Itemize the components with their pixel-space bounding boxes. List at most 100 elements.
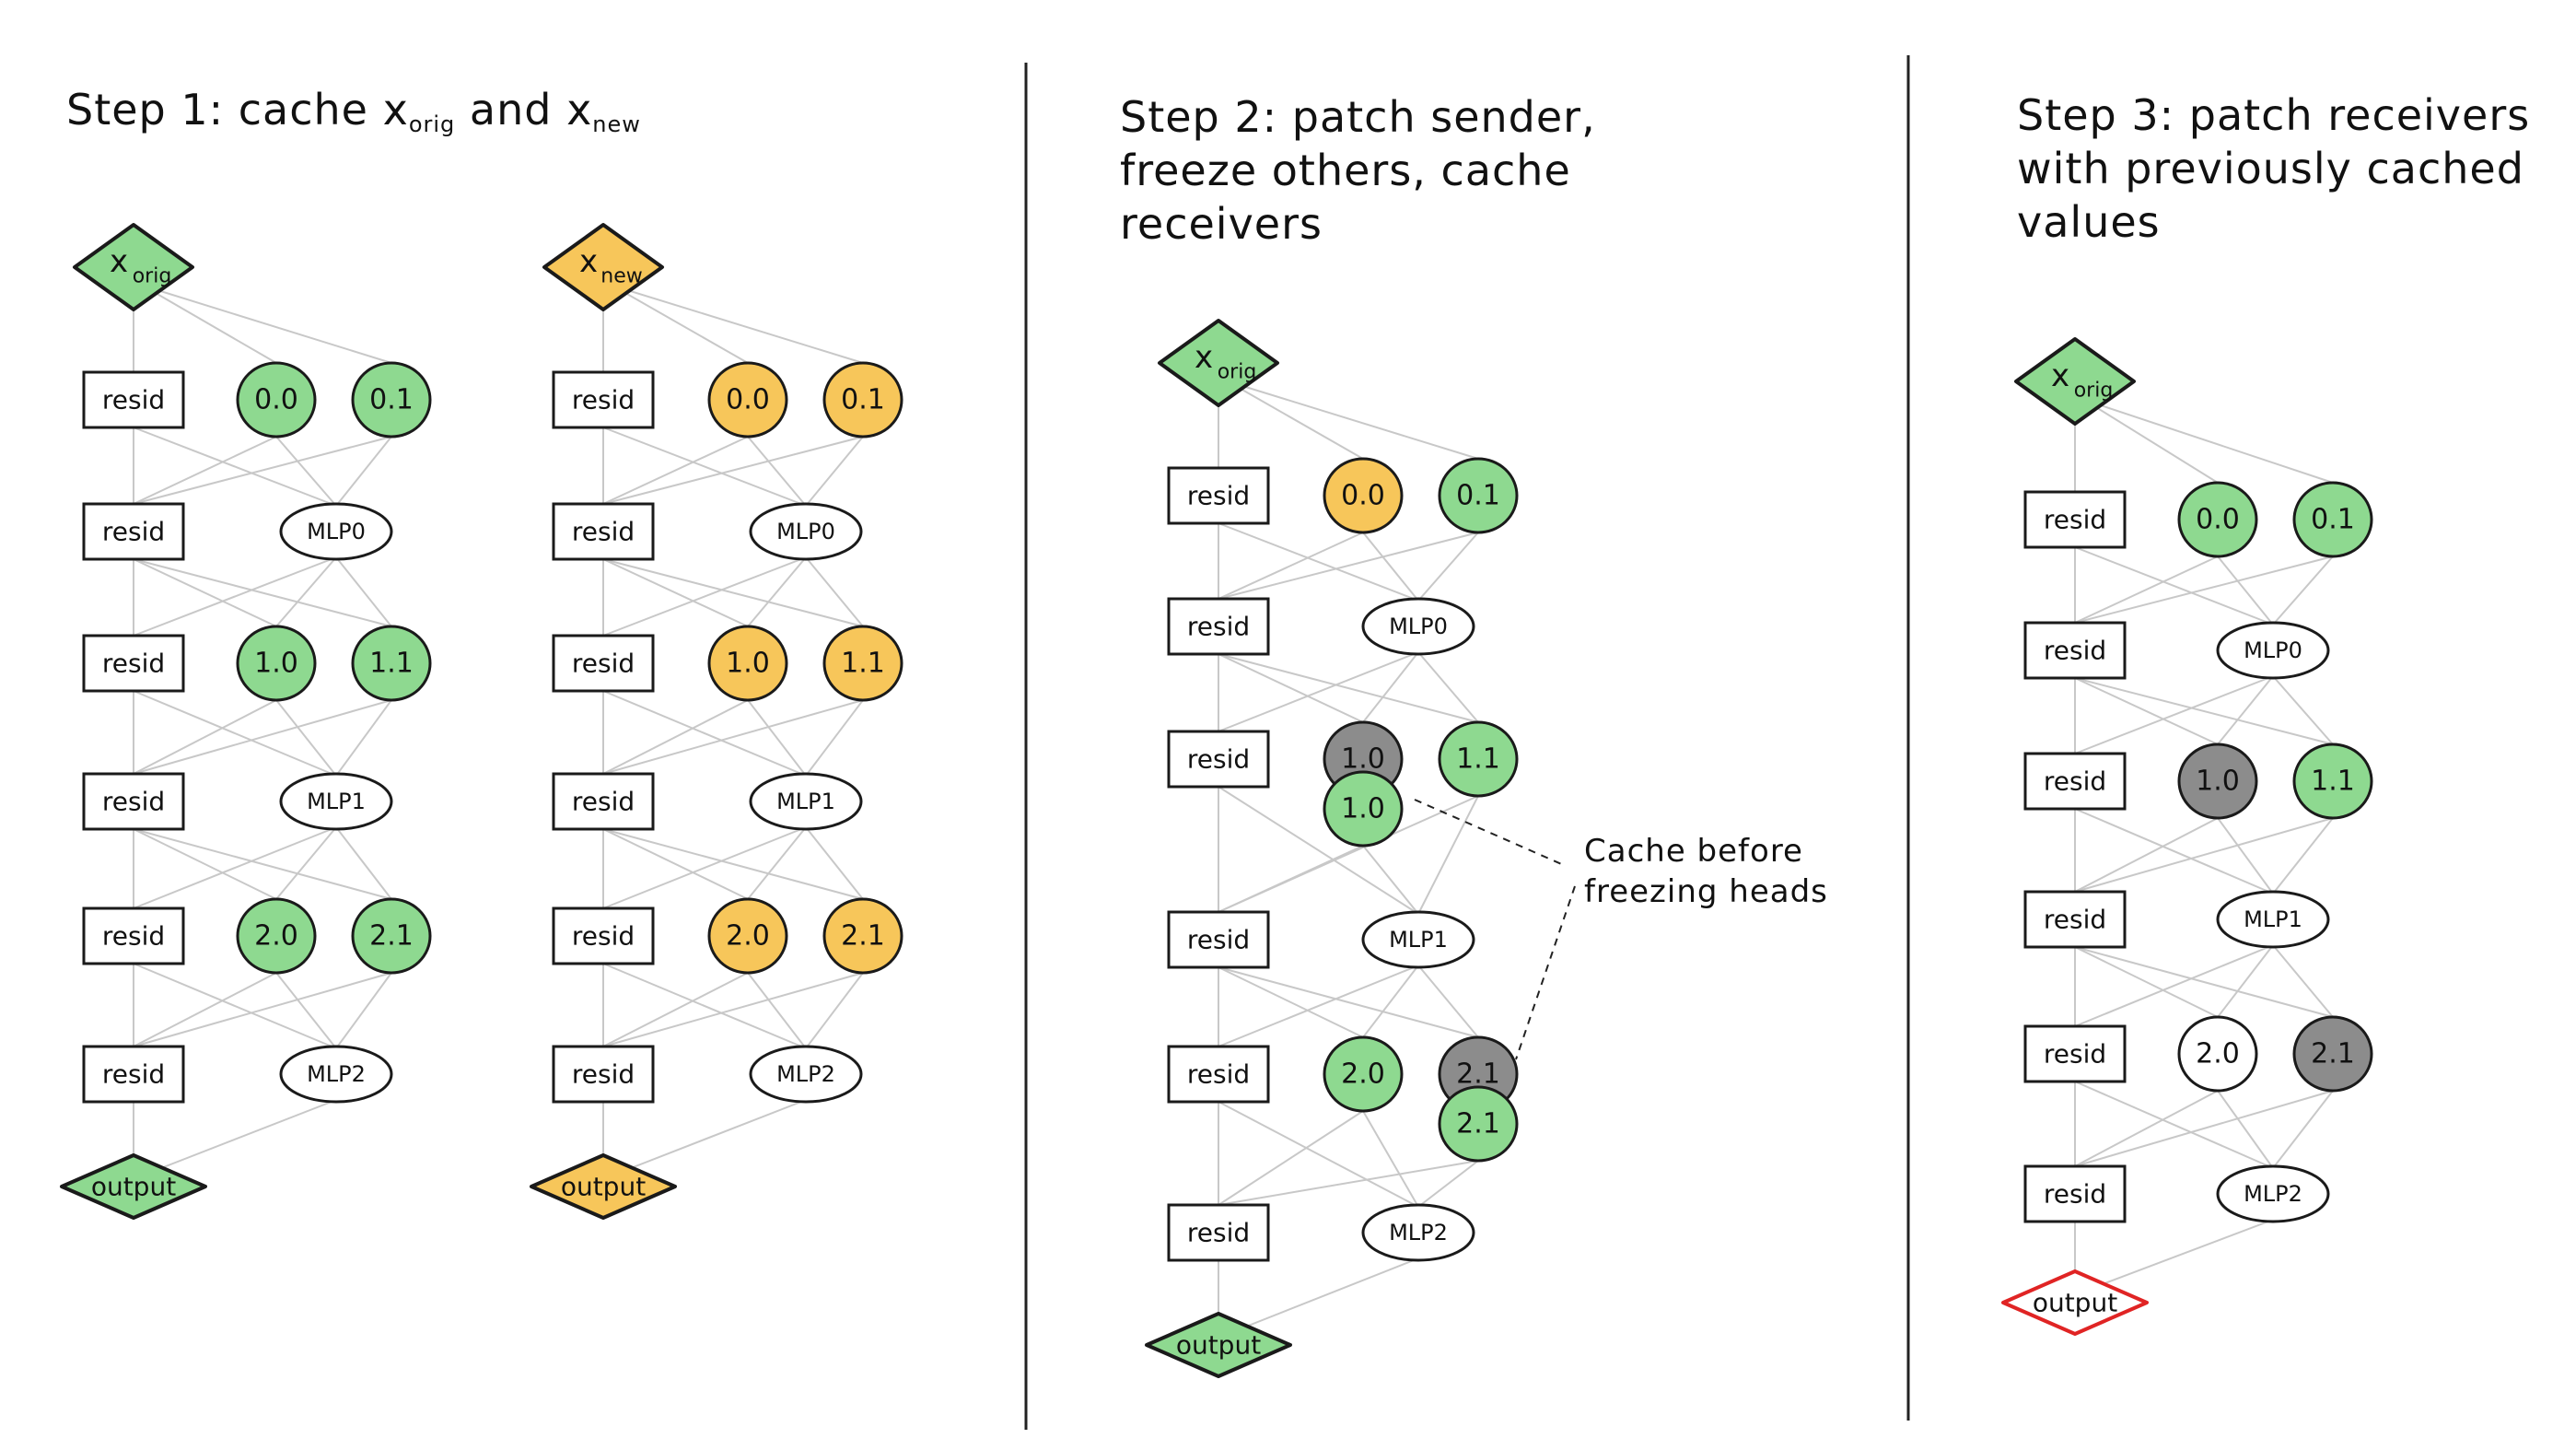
mlp-node: MLP1	[279, 772, 393, 831]
layer-row: resid MLP0	[82, 502, 393, 561]
mlp-label: MLP2	[307, 1061, 366, 1087]
edge	[805, 972, 864, 1049]
edge	[2074, 677, 2334, 745]
edge	[160, 1099, 337, 1169]
edge	[1417, 1160, 1479, 1208]
input-label: x	[1195, 339, 1213, 376]
edge	[602, 826, 807, 909]
layer-row: resid 0.0 0.1	[82, 361, 432, 439]
mlp-label: MLP2	[2244, 1181, 2302, 1207]
mlp-node: MLP2	[1361, 1203, 1475, 1262]
input-node: x orig	[1158, 319, 1279, 407]
output-label: output	[561, 1172, 646, 1202]
resid-label: resid	[102, 921, 165, 952]
head-label: 1.1	[369, 648, 414, 680]
edge	[1218, 966, 1364, 1038]
edge	[805, 699, 864, 777]
attention-head-1.1: 1.1	[2292, 743, 2373, 820]
edge	[2272, 817, 2334, 895]
cached-head-label: 1.0	[1341, 793, 1385, 825]
edge	[602, 828, 864, 900]
resid-label: resid	[2044, 1179, 2106, 1210]
layer-row: resid 1.0 1.0 1.1	[1167, 720, 1519, 848]
edge	[1218, 532, 1364, 600]
diagram-canvas: Step 1: cache xorig and xnew Step 2: pat…	[0, 0, 2576, 1450]
attention-head-1.0: 1.0	[236, 625, 317, 702]
edge	[275, 699, 337, 777]
edge	[2272, 555, 2334, 626]
edge	[602, 963, 807, 1049]
attention-head-1.0: 1.0	[2177, 743, 2258, 820]
edge	[133, 828, 277, 900]
edge	[1245, 1257, 1419, 1327]
resid-label: resid	[2044, 636, 2106, 666]
mlp-label: MLP0	[307, 519, 366, 544]
edge	[2074, 1090, 2334, 1167]
edge	[1362, 845, 1419, 915]
head-label: 2.1	[1456, 1058, 1500, 1091]
cached-head-label: 2.1	[1456, 1108, 1500, 1140]
edge	[2272, 944, 2334, 1018]
layer-row: resid MLP1	[2023, 890, 2330, 949]
mlp-node: MLP1	[2216, 890, 2330, 949]
resid-label: resid	[102, 787, 165, 817]
head-label: 0.0	[2196, 504, 2240, 536]
output-node: output	[530, 1153, 677, 1220]
edge	[133, 427, 337, 507]
attention-head-2.0: 2.0	[236, 897, 317, 975]
output-label: output	[1176, 1330, 1261, 1361]
layer-row: resid MLP0	[1167, 597, 1475, 656]
attention-head-0.1: 0.1	[2292, 481, 2373, 558]
resid-label: resid	[572, 385, 635, 415]
head-label: 1.1	[2311, 766, 2355, 798]
resid-label: resid	[2044, 505, 2106, 535]
edge	[335, 436, 392, 507]
head-label: 0.0	[726, 384, 770, 416]
resid-label: resid	[572, 517, 635, 547]
layer-row: resid MLP0	[2023, 621, 2330, 680]
edge	[1227, 380, 1364, 460]
nodes-layer: x origresid 0.0 0.1resid MLP0resid 1.0 1.1resi…	[60, 223, 2373, 1378]
cached-head-1.0: 1.0	[1323, 770, 1404, 848]
edge	[133, 963, 337, 1049]
resid-label: resid	[572, 649, 635, 679]
edge	[2074, 675, 2274, 754]
layer-row: resid MLP2	[1167, 1203, 1475, 1262]
edge	[2083, 399, 2219, 484]
head-label: 1.1	[1456, 743, 1500, 776]
mlp-label: MLP1	[776, 789, 835, 814]
resid-label: resid	[1187, 1059, 1250, 1090]
head-label: 0.1	[1456, 480, 1500, 512]
edge	[602, 972, 864, 1047]
edge	[1218, 1160, 1479, 1206]
input-node: x new	[542, 223, 664, 311]
edge	[602, 828, 749, 900]
output-label: output	[2033, 1288, 2117, 1318]
edge	[2102, 1219, 2274, 1285]
edge	[133, 436, 277, 505]
layer-row: resid 1.0 1.1	[82, 625, 432, 702]
mlp-node: MLP2	[749, 1045, 863, 1104]
resid-label: resid	[1187, 612, 1250, 642]
edge	[2074, 555, 2219, 624]
edge	[1218, 651, 1419, 732]
input-subscript: orig	[2074, 380, 2114, 403]
cached-head-2.1: 2.1	[1438, 1085, 1519, 1163]
edge	[133, 972, 277, 1047]
mlp-label: MLP1	[2244, 906, 2302, 932]
edge	[335, 556, 392, 627]
head-label: 2.1	[2311, 1038, 2355, 1070]
annotation-pointer-1	[1414, 799, 1567, 867]
attention-head-2.0: 2.0	[2177, 1015, 2258, 1093]
attention-head-2.0: 2.0	[1323, 1035, 1404, 1113]
layer-row: resid 1.0 1.1	[552, 625, 903, 702]
attention-head-1.0: 1.0	[707, 625, 788, 702]
input-node: x orig	[73, 223, 194, 311]
edges-layer	[133, 285, 2334, 1327]
mlp-label: MLP2	[1389, 1220, 1448, 1245]
edge	[2272, 675, 2334, 745]
resid-label: resid	[102, 1059, 165, 1090]
mlp-node: MLP2	[279, 1045, 393, 1104]
edge	[2074, 546, 2274, 626]
mlp-node: MLP0	[749, 502, 863, 561]
